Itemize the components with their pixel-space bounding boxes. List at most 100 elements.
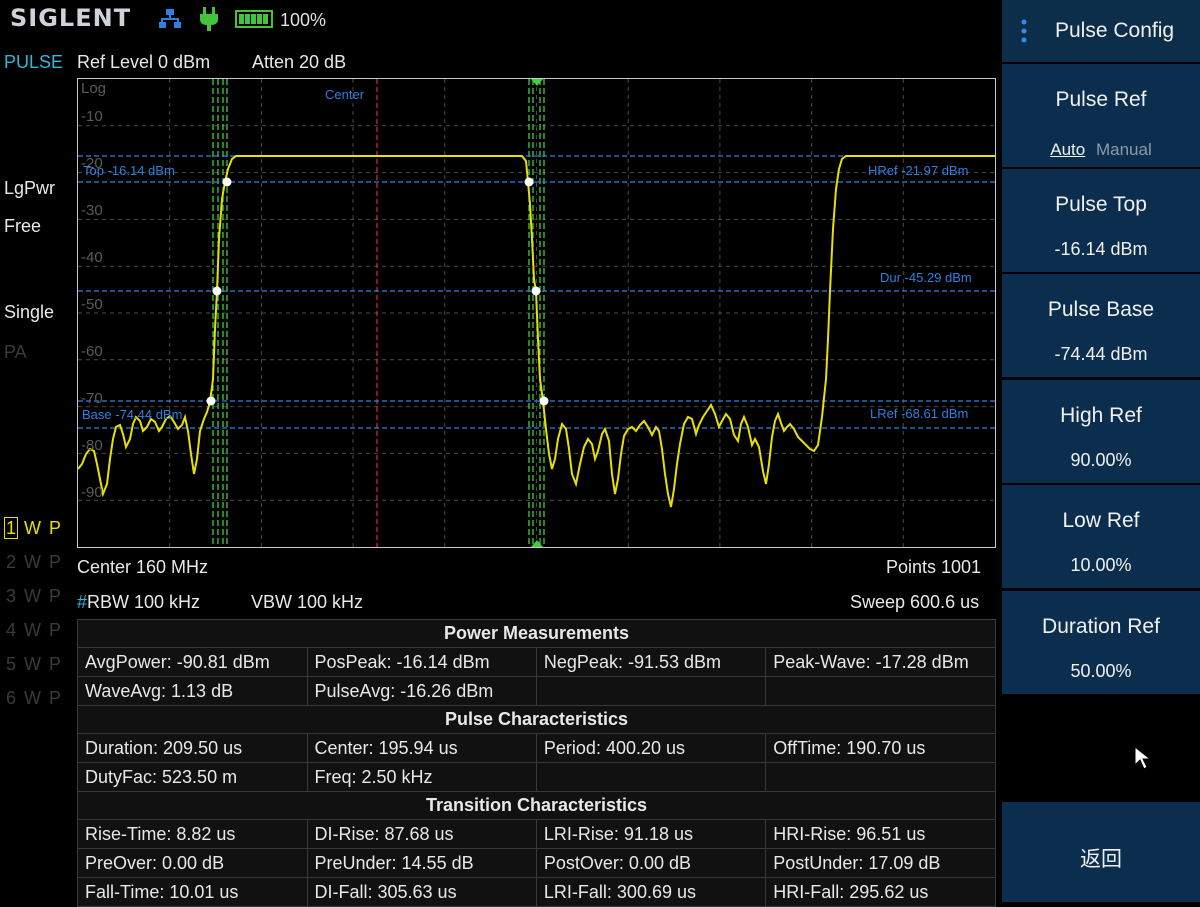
network-icon [158,8,182,35]
y-tick-label: -40 [81,249,103,266]
trace-mode: W [24,586,42,606]
trace-detector: P [49,552,62,572]
battery-percentage: 100% [280,10,327,30]
y-tick-label: -70 [81,390,103,407]
status-bar [0,0,1000,40]
pulse-ref-auto[interactable]: Auto [1050,140,1085,159]
top-level-label: Top -16.14 dBm [83,163,175,178]
trace-row[interactable]: 6WP [4,688,61,709]
measurement-cell: DI-Rise: 87.68 us [306,819,537,849]
measurement-cell: PostUnder: 17.09 dB [765,848,996,878]
y-tick-label: -30 [81,202,103,219]
menu-header: Pulse Config [1002,0,1200,62]
pulse-top-button[interactable]: Pulse Top -16.14 dBm [1002,169,1200,274]
y-tick-label: -90 [81,484,103,501]
trace-row[interactable]: 2WP [4,552,61,573]
trace-row[interactable]: 1WP [4,517,62,539]
pulse-base-button[interactable]: Pulse Base -74.44 dBm [1002,274,1200,379]
y-tick-label: -10 [81,108,103,125]
trace-row[interactable]: 3WP [4,586,61,607]
measurement-cell: PulseAvg: -16.26 dBm [306,676,537,706]
pulse-top-label: Pulse Top [1055,193,1147,216]
power-plug-icon [198,6,220,37]
high-ref-value: 90.00% [1070,450,1132,470]
pulse-base-value: -74.44 dBm [1054,344,1148,364]
duration-ref-value: 50.00% [1070,661,1132,681]
measurement-cell: WaveAvg: 1.13 dB [77,676,308,706]
table-row: WaveAvg: 1.13 dB PulseAvg: -16.26 dBm [77,676,996,706]
high-ref-button[interactable]: High Ref 90.00% [1002,380,1200,485]
trace-number: 2 [6,552,17,572]
measurement-cell: HRI-Fall: 295.62 us [765,877,996,907]
measurement-cell: DI-Fall: 305.63 us [306,877,537,907]
sweep-mode-label: Single [4,302,55,322]
high-ref-label: HRef -21.97 dBm [868,163,969,178]
trace-detector: P [49,586,62,606]
low-ref-button[interactable]: Low Ref 10.00% [1002,485,1200,590]
rbw-value: RBW 100 kHz [87,592,201,612]
pulse-base-label: Pulse Base [1047,298,1155,321]
low-ref-label: Low Ref [1062,509,1140,532]
trace-detector: P [49,518,62,538]
center-marker-label: Center [325,87,365,102]
ref-level[interactable]: Ref Level 0 dBm [77,52,210,73]
mode-label: PULSE [4,52,64,72]
transition-point [212,286,222,296]
trace-detector: P [49,654,62,674]
pulse-ref-label: Pulse Ref [1055,88,1147,111]
transition-point [539,396,549,406]
y-tick-label: -60 [81,343,103,360]
vbw-setting[interactable]: VBW 100 kHz [251,592,363,613]
measurement-cell: Peak-Wave: -17.28 dBm [765,647,996,677]
section-title: Transition Characteristics [77,791,996,820]
scale-label: Log [81,80,107,97]
duration-ref-button[interactable]: Duration Ref 50.00% [1002,591,1200,696]
measurement-cell: PosPeak: -16.14 dBm [306,647,537,677]
spectrum-graph: Log -10 -20 -30 -40 -50 -60 -70 -80 -90 Center T… [77,78,996,548]
brand-logo: SIGLENT [10,4,132,32]
table-row: Rise-Time: 8.82 us DI-Rise: 87.68 us LRI-R… [77,819,996,849]
back-button[interactable]: 返回 [1002,802,1200,902]
trace-detector: P [49,620,62,640]
section-title: Pulse Characteristics [77,705,996,734]
measurement-cell: Period: 400.20 us [535,733,767,763]
trace-row[interactable]: 5WP [4,654,61,675]
trace-number: 4 [6,620,17,640]
preamp-label: PA [4,342,27,362]
trace-mode: W [24,654,42,674]
measurement-cell [765,762,996,792]
trace-mode: W [24,518,42,538]
menu-title: Pulse Config [1055,19,1175,42]
y-tick-label: -50 [81,296,103,313]
pulse-ref-button[interactable]: Pulse Ref Auto Manual [1002,64,1200,169]
detector-label: LgPwr [4,178,56,198]
center-frequency[interactable]: Center 160 MHz [77,557,208,578]
pulse-ref-manual[interactable]: Manual [1096,140,1152,159]
attenuation[interactable]: Atten 20 dB [252,52,346,73]
measurement-cell: Rise-Time: 8.82 us [77,819,308,849]
transition-point [206,396,216,406]
trace-number: 3 [6,586,17,606]
rbw-setting[interactable]: #RBW 100 kHz [77,592,200,613]
back-button-label: 返回 [1080,847,1122,871]
rbw-manual-flag: # [77,592,88,612]
transition-point [222,177,232,187]
high-ref-label: High Ref [1060,404,1142,427]
trace-mode: W [24,552,42,572]
measurement-cell: OffTime: 190.70 us [765,733,996,763]
menu-dots-icon[interactable] [1020,18,1028,49]
sweep-time[interactable]: Sweep 600.6 us [850,592,979,613]
trigger-label: Free [4,216,42,236]
duration-ref-label: Dur -45.29 dBm [880,270,972,285]
table-row: Fall-Time: 10.01 us DI-Fall: 305.63 us LRI… [77,877,996,907]
measurement-cell: PreUnder: 14.55 dB [306,848,537,878]
table-row: PreOver: 0.00 dB PreUnder: 14.55 dB PostOv… [77,848,996,878]
trace-mode: W [24,620,42,640]
trace-number: 6 [6,688,17,708]
mouse-cursor-icon [1133,745,1155,776]
points-count[interactable]: Points 1001 [886,557,981,578]
trace-detector: P [49,688,62,708]
trace-row[interactable]: 4WP [4,620,61,641]
measurement-cell: PreOver: 0.00 dB [77,848,308,878]
measurement-cell [535,676,767,706]
